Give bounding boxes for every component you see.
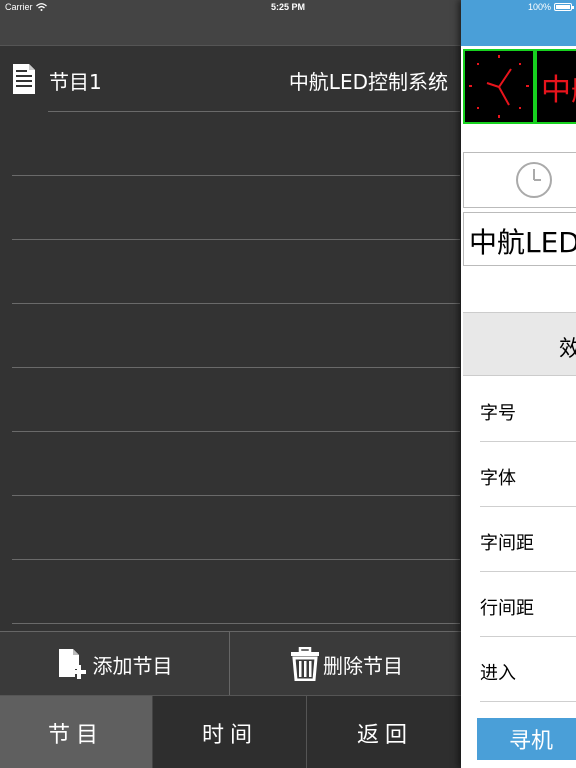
status-bar: Carrier 5:25 PM 100% — [0, 0, 576, 16]
tab-time[interactable]: 时间 — [154, 696, 307, 768]
list-row-empty — [2, 368, 460, 432]
letter-spacing-row[interactable]: 字间距 — [463, 507, 576, 572]
editor-panel: 中航 中航LED 效 字号 字体 字间距 行间距 进入 寻机 — [461, 0, 576, 768]
led-preview[interactable]: 中航 — [463, 49, 576, 124]
font-family-label: 字体 — [480, 468, 516, 489]
tab-programs[interactable]: 节目 — [0, 696, 153, 768]
clock-button[interactable] — [463, 152, 576, 208]
battery-percent: 100% — [527, 2, 551, 12]
clock-icon — [516, 162, 552, 198]
list-row-empty — [2, 560, 460, 624]
program-panel: 节目1 中航LED控制系统 添加节目 删除节目 节目 时间 返回 — [0, 0, 462, 768]
tab-back[interactable]: 返回 — [308, 696, 462, 768]
effects-section-header: 效 — [463, 312, 576, 376]
clock-time: 5:25 PM — [270, 2, 305, 12]
program-description: 中航LED控制系统 — [288, 70, 448, 94]
add-program-button[interactable]: 添加节目 — [0, 632, 230, 696]
font-family-row[interactable]: 字体 — [463, 442, 576, 507]
list-row-empty — [2, 432, 460, 496]
list-row-empty — [2, 112, 460, 176]
effects-section-title: 效 — [559, 337, 576, 362]
list-row-empty — [2, 176, 460, 240]
program-list: 节目1 中航LED控制系统 — [2, 48, 460, 631]
program-list-item[interactable]: 节目1 中航LED控制系统 — [2, 48, 460, 112]
find-device-button[interactable]: 寻机 — [477, 718, 576, 760]
list-row-empty — [2, 240, 460, 304]
font-size-row[interactable]: 字号 — [463, 377, 576, 442]
program-name: 节目1 — [49, 70, 102, 94]
line-spacing-row[interactable]: 行间距 — [463, 572, 576, 637]
action-bar: 添加节目 删除节目 — [0, 631, 462, 696]
delete-program-button[interactable]: 删除节目 — [231, 632, 461, 696]
tab-bar: 节目 时间 返回 — [0, 695, 462, 768]
text-content-value: 中航LED — [469, 226, 576, 259]
delete-program-label: 删除节目 — [323, 653, 403, 678]
analog-clock-icon — [469, 55, 529, 118]
line-spacing-label: 行间距 — [480, 598, 534, 619]
font-size-label: 字号 — [480, 403, 516, 424]
list-row-empty — [2, 496, 460, 560]
letter-spacing-label: 字间距 — [480, 533, 534, 554]
preview-text: 中航 — [541, 73, 576, 108]
text-content-input[interactable]: 中航LED — [463, 212, 576, 266]
entrance-effect-label: 进入 — [480, 663, 516, 684]
clock-preview-cell — [463, 49, 535, 124]
add-document-icon — [58, 649, 86, 679]
add-program-label: 添加节目 — [92, 653, 173, 678]
document-icon — [13, 64, 35, 94]
entrance-effect-row[interactable]: 进入 — [463, 637, 576, 702]
find-device-label: 寻机 — [509, 729, 554, 754]
trash-icon — [291, 647, 319, 681]
list-row-empty — [2, 304, 460, 368]
battery-icon — [554, 3, 574, 11]
